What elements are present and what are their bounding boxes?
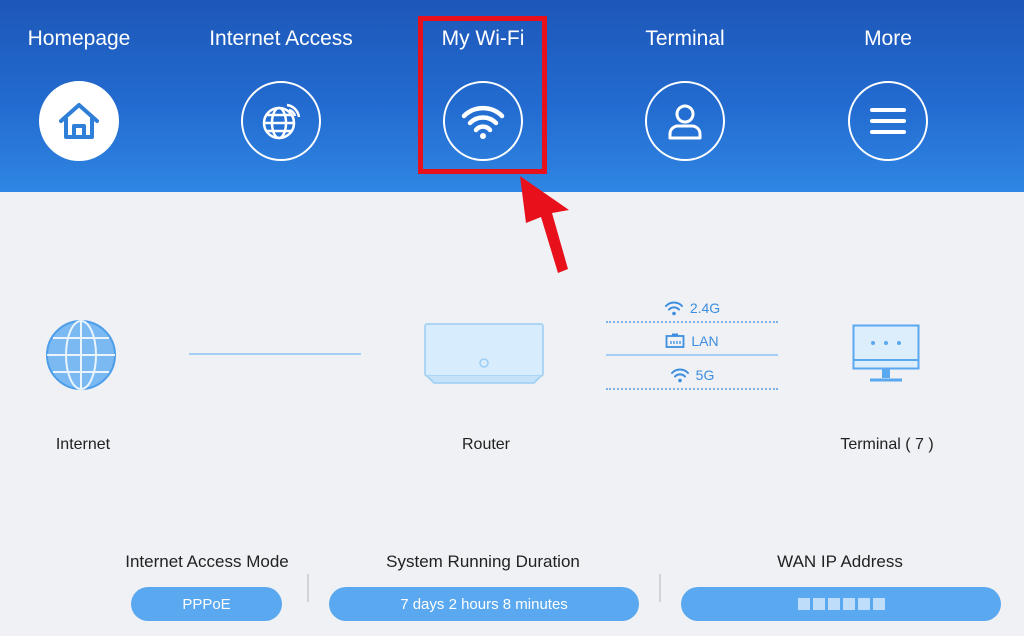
user-icon[interactable] <box>645 81 725 161</box>
terminal-label: Terminal ( 7 ) <box>840 436 934 453</box>
divider-dotted <box>606 388 778 390</box>
nav-homepage[interactable]: Homepage <box>0 0 179 192</box>
divider-dotted <box>606 321 778 323</box>
globe-icon[interactable] <box>241 81 321 161</box>
divider-solid <box>606 354 778 356</box>
nav-homepage-label: Homepage <box>27 27 131 50</box>
nav-internet-access-label: Internet Access <box>209 27 353 50</box>
wifi-small-icon <box>664 301 683 316</box>
terminal-monitor-icon[interactable] <box>852 324 920 386</box>
home-icon[interactable] <box>39 81 119 161</box>
divider <box>307 574 309 602</box>
nav-more-label: More <box>864 27 912 50</box>
menu-icon[interactable] <box>848 81 928 161</box>
network-topology: Internet Router 2.4G LAN 5G Terminal (7… <box>0 192 1024 492</box>
conn-2g4-label: 2.4G <box>689 300 721 316</box>
lan-port-icon <box>665 333 685 348</box>
router-icon[interactable] <box>424 323 544 385</box>
conn-lan: LAN <box>606 331 778 351</box>
internet-router-link <box>189 353 361 355</box>
wifi-small-icon <box>670 368 689 383</box>
conn-lan-label: LAN <box>691 333 719 349</box>
duration-value: 7 days 2 hours 8 minutes <box>329 587 639 621</box>
nav-internet-access[interactable]: Internet Access <box>181 0 381 192</box>
router-label: Router <box>461 436 511 453</box>
nav-terminal-label: Terminal <box>645 27 725 50</box>
duration-label: System Running Duration <box>386 552 580 571</box>
conn-2g4: 2.4G <box>606 298 778 318</box>
redacted-blur <box>797 598 885 610</box>
nav-terminal[interactable]: Terminal <box>585 0 785 192</box>
highlight-box <box>418 16 547 174</box>
access-mode-value: PPPoE <box>131 587 282 621</box>
divider <box>659 574 661 602</box>
nav-more[interactable]: More <box>788 0 988 192</box>
internet-globe-icon[interactable] <box>44 318 118 392</box>
conn-5g: 5G <box>606 365 778 385</box>
access-mode-label: Internet Access Mode <box>125 552 289 571</box>
internet-label: Internet <box>55 436 111 453</box>
conn-5g-label: 5G <box>695 367 715 383</box>
wan-ip-value-redacted <box>681 587 1001 621</box>
wan-ip-label: WAN IP Address <box>777 552 903 571</box>
